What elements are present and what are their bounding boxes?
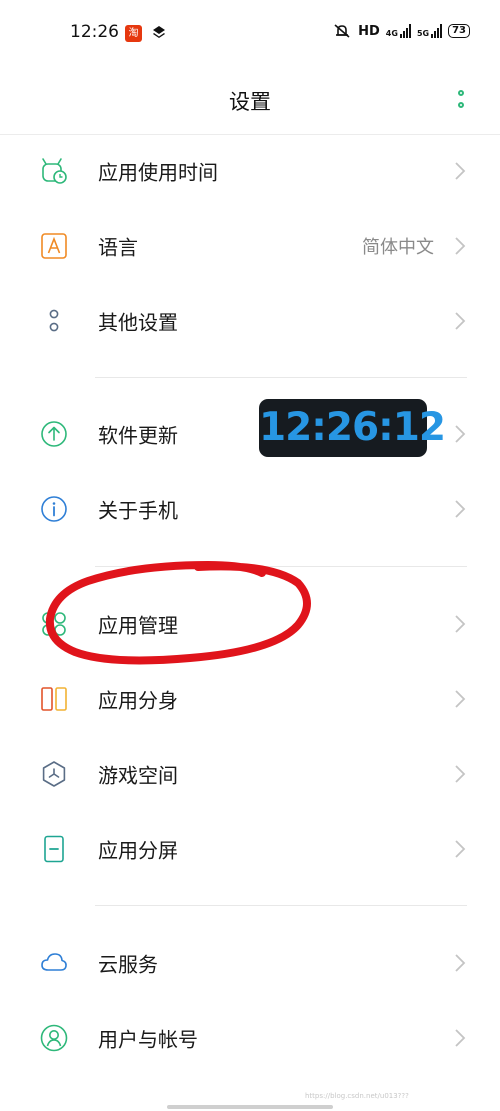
more-options-button[interactable] [452, 88, 472, 114]
network-type-2: 5G [416, 29, 430, 38]
signal-2: 5G [416, 24, 443, 38]
settings-item-label: 云服务 [98, 952, 158, 977]
settings-item-label: 游戏空间 [98, 763, 178, 788]
app-clone-icon [41, 687, 67, 711]
mute-bell-icon [334, 24, 350, 38]
app-timer-icon [42, 158, 67, 184]
section-divider [95, 905, 467, 906]
more-dot-icon [458, 102, 464, 108]
chevron-right-icon [455, 312, 466, 330]
dots-settings-icon [49, 309, 59, 332]
settings-item-user-account[interactable]: 用户与帐号 [0, 1003, 500, 1073]
chevron-right-icon [455, 615, 466, 633]
settings-item-label: 其他设置 [98, 310, 178, 335]
settings-item-label: 应用分身 [98, 688, 178, 713]
settings-item-cloud-service[interactable]: 云服务 [0, 928, 500, 998]
settings-item-app-usage-time[interactable]: 应用使用时间 [0, 136, 500, 206]
chevron-right-icon [455, 162, 466, 180]
red-circle-annotation [45, 561, 311, 665]
update-arrow-icon [41, 421, 67, 447]
chevron-right-icon [455, 237, 466, 255]
settings-item-split-screen[interactable]: 应用分屏 [0, 814, 500, 884]
hd-voice-indicator: HD [358, 23, 380, 39]
settings-item-label: 语言 [98, 235, 138, 260]
taobao-notification-icon: 淘 [125, 25, 142, 42]
settings-item-language[interactable]: 语言 简体中文 [0, 211, 500, 281]
layers-icon [153, 26, 165, 38]
chevron-right-icon [455, 690, 466, 708]
settings-item-game-space[interactable]: 游戏空间 [0, 739, 500, 809]
chevron-right-icon [455, 500, 466, 518]
floating-clock-overlay: 12:26:12 [259, 399, 446, 457]
chevron-right-icon [455, 425, 466, 443]
chevron-right-icon [455, 765, 466, 783]
settings-item-value: 简体中文 [362, 237, 434, 258]
signal-bars-2-icon [431, 24, 443, 38]
user-account-icon [40, 1024, 68, 1052]
page-title: 设置 [229, 90, 271, 114]
status-bar: 12:26 淘 HD 4G 5G 73 [0, 0, 500, 66]
home-indicator[interactable] [167, 1105, 333, 1109]
chevron-right-icon [455, 1029, 466, 1047]
settings-item-app-clone[interactable]: 应用分身 [0, 664, 500, 734]
chevron-right-icon [455, 840, 466, 858]
more-dot-icon [458, 90, 464, 96]
language-icon [41, 233, 67, 259]
battery-icon: 73 [448, 24, 470, 38]
split-screen-icon [44, 835, 64, 863]
settings-item-label: 关于手机 [98, 498, 178, 523]
settings-item-label: 应用使用时间 [98, 160, 218, 185]
status-indicators: HD 4G 5G 73 [332, 23, 470, 39]
settings-item-label: 软件更新 [98, 423, 178, 448]
signal-bars-1-icon [399, 24, 411, 38]
chevron-right-icon [455, 954, 466, 972]
signal-1: 4G [386, 24, 411, 38]
settings-item-other-settings[interactable]: 其他设置 [0, 286, 500, 356]
app-header: 设置 [0, 66, 500, 135]
cloud-icon [41, 953, 67, 971]
network-type-1: 4G [385, 29, 398, 38]
status-time: 12:26 [70, 22, 119, 42]
watermark: https://blog.csdn.net/u013??? [305, 1092, 409, 1100]
section-divider [95, 377, 467, 378]
game-space-icon [42, 761, 66, 787]
settings-item-label: 应用分屏 [98, 838, 178, 863]
settings-item-about-phone[interactable]: 关于手机 [0, 474, 500, 544]
settings-item-label: 用户与帐号 [98, 1027, 198, 1052]
info-icon [41, 496, 67, 522]
